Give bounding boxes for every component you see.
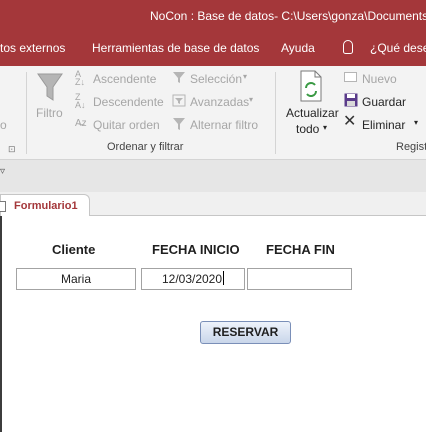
document-tab-bar: Formulario1 [0, 192, 426, 217]
lightbulb-icon[interactable] [343, 40, 353, 54]
save-icon [344, 93, 358, 107]
new-record-icon [344, 72, 357, 82]
tell-me-search[interactable]: ¿Qué dese [370, 41, 426, 55]
window-title: NoCon : Base de datos- C:\Users\gonza\Do… [150, 9, 426, 23]
tab-label: Formulario1 [14, 200, 78, 212]
client-field[interactable]: Maria [16, 268, 136, 290]
group-label-records: Regist [396, 141, 426, 153]
group-label-sort-filter: Ordenar y filtrar [107, 141, 184, 153]
remove-sort-icon: A̶z [75, 118, 87, 129]
end-date-field[interactable] [247, 268, 352, 290]
dialog-launcher-icon[interactable]: ⊡ [8, 144, 16, 155]
advanced-button[interactable]: Avanzadas [190, 95, 249, 109]
start-date-header: FECHA INICIO [152, 242, 240, 257]
sort-ascending-button[interactable]: Ascendente [93, 72, 156, 86]
group-separator [275, 72, 276, 154]
chevron-down-icon[interactable]: ▾ [249, 95, 253, 104]
navigation-strip: ▿ [0, 160, 426, 192]
filter-button[interactable]: Filtro [36, 106, 63, 120]
chevron-down-icon[interactable]: ▾ [323, 123, 327, 132]
refresh-all-button[interactable]: Actualizar [286, 106, 339, 120]
menu-database-tools[interactable]: Herramientas de base de datos [92, 41, 259, 55]
ribbon: o ⊡ Filtro A Z↓ Ascendente Z A↓ Descendent… [0, 66, 426, 160]
end-date-header: FECHA FIN [266, 242, 335, 257]
group-separator [26, 72, 27, 154]
selection-button[interactable]: Selección [190, 72, 242, 86]
tab-formulario1[interactable]: Formulario1 [0, 194, 90, 217]
remove-sort-button[interactable]: Quitar orden [93, 118, 160, 132]
sort-ascending-icon: A Z↓ [75, 69, 85, 87]
chevron-down-icon[interactable]: ▾ [414, 118, 418, 127]
selection-filter-icon [173, 72, 185, 83]
save-button[interactable]: Guardar [362, 95, 406, 109]
title-bar: NoCon : Base de datos- C:\Users\gonza\Do… [0, 0, 426, 32]
text-caret [223, 271, 225, 285]
refresh-all-icon[interactable] [298, 70, 324, 102]
toggle-filter-icon [173, 118, 185, 130]
refresh-all-button-line2[interactable]: todo [296, 122, 319, 136]
sort-descending-icon: Z A↓ [75, 92, 86, 110]
form-canvas: Cliente FECHA INICIO FECHA FIN Maria 12/… [0, 216, 426, 432]
form-icon [0, 201, 6, 212]
client-value: Maria [60, 272, 91, 286]
reserve-button[interactable]: RESERVAR [200, 321, 291, 344]
sort-descending-button[interactable]: Descendente [93, 95, 164, 109]
delete-button[interactable]: Eliminar [362, 118, 405, 132]
menu-external-data[interactable]: tos externos [0, 41, 65, 55]
start-date-value: 12/03/2020 [161, 272, 223, 286]
chevron-down-icon[interactable]: ▿ [0, 166, 5, 177]
toggle-filter-button[interactable]: Alternar filtro [190, 118, 258, 132]
start-date-field[interactable]: 12/03/2020 [141, 268, 245, 290]
menu-bar: tos externos Herramientas de base de dat… [0, 32, 426, 66]
client-header: Cliente [52, 242, 96, 257]
menu-help[interactable]: Ayuda [281, 41, 315, 55]
advanced-filter-icon [172, 94, 186, 107]
clipped-group-label: o [0, 118, 7, 132]
filter-icon[interactable] [36, 70, 64, 104]
chevron-down-icon[interactable]: ▾ [243, 72, 247, 81]
delete-icon: ✕ [343, 113, 357, 130]
new-record-button[interactable]: Nuevo [362, 72, 397, 86]
